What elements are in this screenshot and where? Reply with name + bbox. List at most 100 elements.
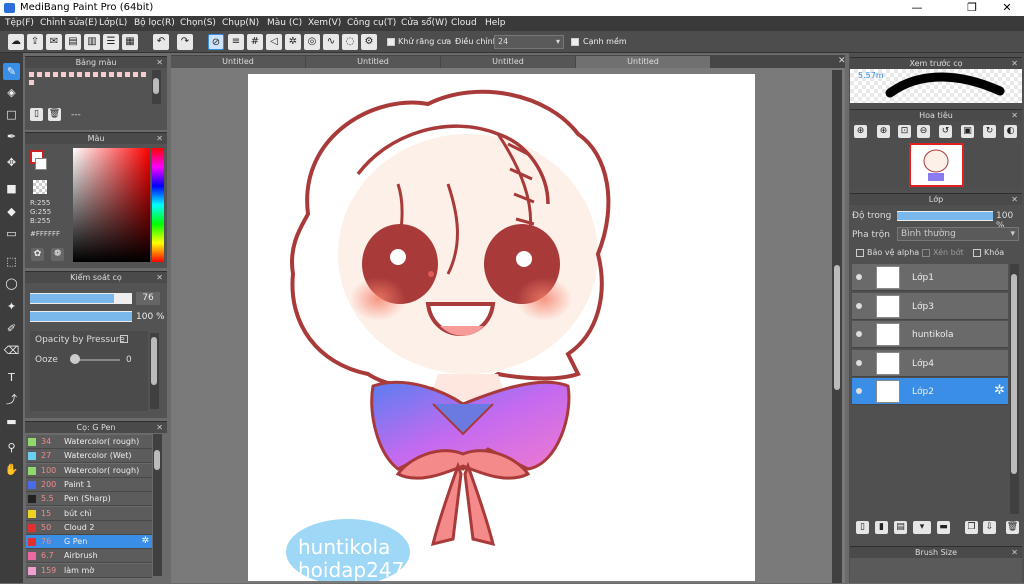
menu-tools[interactable]: Công cụ(T)	[347, 18, 396, 28]
tab-untitled-4[interactable]: Untitled	[576, 56, 710, 68]
layer-row[interactable]: Lớp1	[852, 264, 1008, 291]
brush-list-item[interactable]: 100 Watercolor( rough)	[26, 463, 152, 478]
message-icon[interactable]: ▤	[65, 34, 81, 50]
gradient-tool-icon[interactable]: ▭	[3, 225, 20, 242]
zoom-in-icon[interactable]: ⊕	[854, 125, 867, 138]
cloud-icon[interactable]: ☁	[8, 34, 24, 50]
hand-tool-icon[interactable]: ✋	[3, 461, 20, 478]
menu-edit[interactable]: Chỉnh sửa(E)	[40, 18, 97, 28]
navigator-thumbnail[interactable]	[909, 143, 964, 187]
layer-list-scrollbar[interactable]	[1010, 264, 1019, 514]
zoom-fit-icon[interactable]: ⊕	[877, 125, 890, 138]
brush-list-scrollbar[interactable]	[153, 434, 162, 576]
antialias-checkbox[interactable]	[387, 38, 395, 46]
snap-settings-icon[interactable]: ⚙	[361, 34, 377, 50]
visibility-icon[interactable]	[856, 331, 862, 337]
bucket-tool-icon[interactable]: ◆	[3, 203, 20, 220]
palette-scrollbar[interactable]	[152, 70, 161, 104]
menu-file[interactable]: Tệp(F)	[5, 18, 34, 28]
new-8bit-layer-icon[interactable]: ▤	[894, 521, 907, 534]
brush-list-item[interactable]: 76 G Pen ✲	[26, 535, 152, 550]
text-tool-icon[interactable]: T	[3, 369, 20, 386]
secondary-color-swatch[interactable]	[35, 158, 47, 170]
snap-grid-icon[interactable]: #	[247, 34, 263, 50]
menu-select[interactable]: Chọn(S)	[180, 18, 216, 28]
delete-layer-icon[interactable]: 🗑	[1006, 521, 1019, 534]
palette-swatch[interactable]	[84, 71, 91, 78]
brush-list-item[interactable]: 200 Paint 1	[26, 477, 152, 492]
restore-button[interactable]: ❐	[957, 0, 987, 16]
magic-wand-icon[interactable]: ✦	[3, 298, 20, 315]
visibility-icon[interactable]	[856, 359, 862, 366]
tab-untitled-1[interactable]: Untitled	[171, 56, 305, 68]
menu-window[interactable]: Cửa sổ(W)	[401, 18, 447, 28]
palette-swatch[interactable]	[124, 71, 131, 78]
palette-swatch[interactable]	[116, 71, 123, 78]
snap-curve-icon[interactable]: ∿	[323, 34, 339, 50]
tab-untitled-3[interactable]: Untitled	[441, 56, 575, 68]
merge-layer-icon[interactable]: ⇩	[983, 521, 996, 534]
new-halftone-layer-icon[interactable]: ▮	[875, 521, 888, 534]
palette-swatch[interactable]	[44, 71, 51, 78]
flip-icon[interactable]: ◐	[1004, 125, 1017, 138]
fit-window-icon[interactable]: ⊡	[898, 125, 911, 138]
brush-opacity-slider[interactable]	[30, 311, 132, 322]
brush-list-item[interactable]: 34 Watercolor( rough)	[26, 435, 152, 449]
menu-capture[interactable]: Chụp(N)	[222, 18, 259, 28]
select-eraser-icon[interactable]: ⌫	[3, 342, 20, 359]
new-layer-icon[interactable]: ▯	[856, 521, 869, 534]
color-wheel-icon[interactable]: ✿	[31, 248, 44, 261]
adjust-dropdown[interactable]: 24 ▾	[494, 35, 564, 49]
visibility-icon[interactable]	[856, 388, 862, 394]
smooth-checkbox[interactable]	[571, 38, 579, 46]
undo-icon[interactable]: ↶	[153, 34, 169, 50]
color-palette-icon[interactable]: ❁	[51, 248, 64, 261]
menu-layer[interactable]: Lớp(L)	[99, 18, 127, 28]
operation-tool-icon[interactable]: ⤴	[3, 391, 20, 408]
menu-color[interactable]: Màu (C)	[267, 18, 302, 28]
palette-swatch[interactable]	[60, 71, 67, 78]
palette-swatch[interactable]	[36, 71, 43, 78]
menu-view[interactable]: Xem(V)	[308, 18, 341, 28]
canvas-scrollbar[interactable]	[832, 70, 842, 583]
rotate-right-icon[interactable]: ↻	[983, 125, 996, 138]
snap-ellipse-icon[interactable]: ◌	[342, 34, 358, 50]
zoom-out-icon[interactable]: ⊖	[917, 125, 930, 138]
clip-checkbox[interactable]	[922, 249, 930, 257]
layer-row[interactable]: Lớp3	[852, 292, 1008, 320]
brush-size-value[interactable]: 76	[136, 292, 160, 305]
add-layer-menu-icon[interactable]: ▾	[913, 521, 931, 534]
menu-cloud[interactable]: Cloud	[451, 18, 477, 28]
palette-swatch[interactable]	[140, 71, 147, 78]
protect-alpha-checkbox[interactable]	[856, 249, 864, 257]
divide-tool-icon[interactable]: ▬	[3, 413, 20, 430]
saturation-value-field[interactable]	[73, 148, 150, 262]
panel-close-icon[interactable]: ✕	[156, 422, 163, 434]
blend-mode-dropdown[interactable]: Bình thường ▾	[897, 227, 1019, 241]
palette-swatch[interactable]	[68, 71, 75, 78]
brush-options-scrollbar[interactable]	[150, 333, 159, 409]
eraser-tool-icon[interactable]: ◈	[3, 84, 20, 101]
brush-list-item[interactable]: 159 làm mờ	[26, 563, 152, 578]
palette-swatch[interactable]	[76, 71, 83, 78]
palette-swatch[interactable]	[52, 71, 59, 78]
brush-list-item[interactable]: 27 Watercolor (Wet)	[26, 449, 152, 464]
fill-rect-icon[interactable]: ■	[3, 180, 20, 197]
transparent-color-swatch[interactable]	[33, 180, 47, 194]
opacity-pressure-checkbox[interactable]	[120, 335, 128, 343]
move-tool-icon[interactable]: ✥	[3, 154, 20, 171]
panel-close-icon[interactable]: ✕	[1011, 194, 1018, 206]
actual-size-icon[interactable]: ▣	[961, 125, 974, 138]
redo-icon[interactable]: ↷	[177, 34, 193, 50]
minimize-button[interactable]: —	[902, 0, 932, 16]
marquee-tool-icon[interactable]: ⬚	[3, 253, 20, 270]
gear-icon[interactable]: ✲	[141, 536, 149, 546]
delete-palette-icon[interactable]: 🗑	[48, 108, 61, 121]
hue-slider[interactable]	[152, 148, 164, 262]
visibility-icon[interactable]	[856, 274, 862, 280]
tabs-close-icon[interactable]: ✕	[838, 56, 846, 66]
upload-icon[interactable]: ⇪	[27, 34, 43, 50]
brush-list-item[interactable]: 5.5 Pen (Sharp)	[26, 492, 152, 507]
brush-size-presets[interactable]	[850, 558, 1022, 583]
ooze-slider-handle[interactable]	[70, 354, 80, 364]
